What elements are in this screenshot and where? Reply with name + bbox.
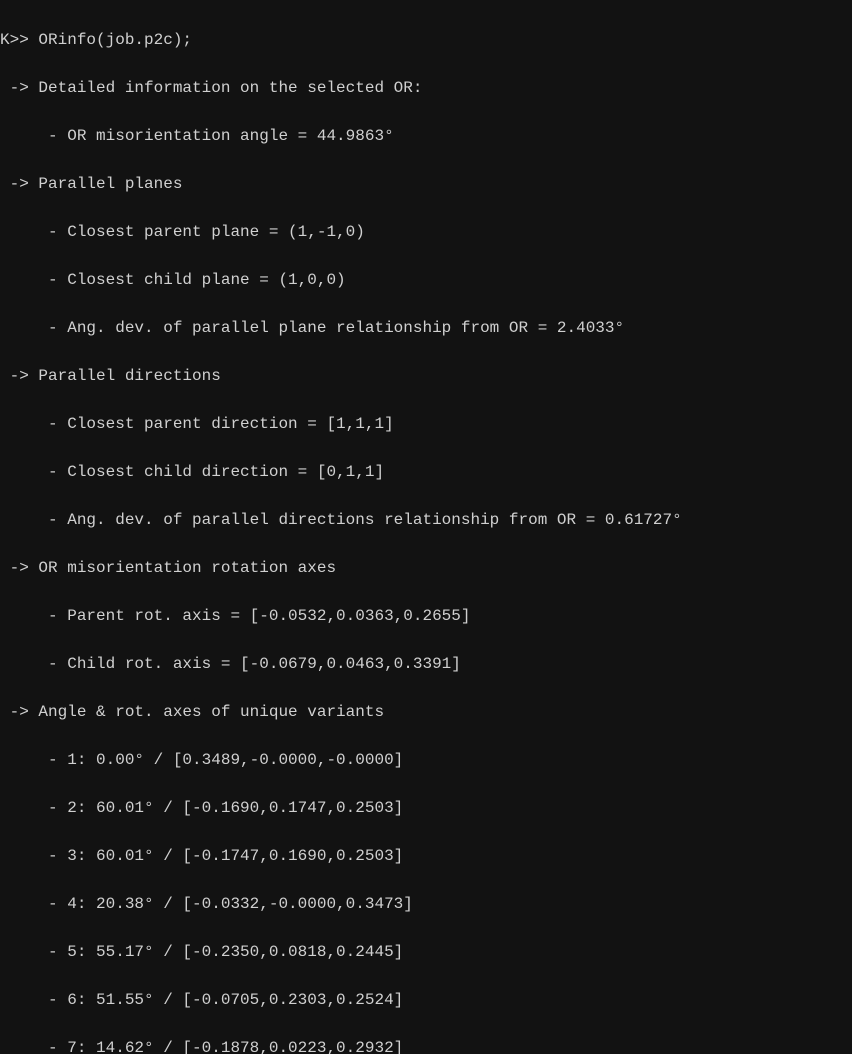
rotation-axes-header: -> OR misorientation rotation axes <box>0 556 852 580</box>
variant-line: - 4: 20.38° / [-0.0332,-0.0000,0.3473] <box>0 892 852 916</box>
terminal-output: K>> ORinfo(job.p2c); -> Detailed informa… <box>0 0 852 1054</box>
parent-rot-axis: - Parent rot. axis = [-0.0532,0.0363,0.2… <box>0 604 852 628</box>
ang-dev-directions: - Ang. dev. of parallel directions relat… <box>0 508 852 532</box>
prompt-line[interactable]: K>> ORinfo(job.p2c); <box>0 28 852 52</box>
variant-line: - 6: 51.55° / [-0.0705,0.2303,0.2524] <box>0 988 852 1012</box>
ang-dev-planes: - Ang. dev. of parallel plane relationsh… <box>0 316 852 340</box>
variant-line: - 1: 0.00° / [0.3489,-0.0000,-0.0000] <box>0 748 852 772</box>
variant-line: - 7: 14.62° / [-0.1878,0.0223,0.2932] <box>0 1036 852 1054</box>
variants-header: -> Angle & rot. axes of unique variants <box>0 700 852 724</box>
closest-child-plane: - Closest child plane = (1,0,0) <box>0 268 852 292</box>
variant-line: - 5: 55.17° / [-0.2350,0.0818,0.2445] <box>0 940 852 964</box>
child-rot-axis: - Child rot. axis = [-0.0679,0.0463,0.33… <box>0 652 852 676</box>
parallel-planes-header: -> Parallel planes <box>0 172 852 196</box>
command-text: ORinfo(job.p2c); <box>38 31 192 49</box>
parallel-directions-header: -> Parallel directions <box>0 364 852 388</box>
misorientation-angle: - OR misorientation angle = 44.9863° <box>0 124 852 148</box>
variant-line: - 3: 60.01° / [-0.1747,0.1690,0.2503] <box>0 844 852 868</box>
variant-line: - 2: 60.01° / [-0.1690,0.1747,0.2503] <box>0 796 852 820</box>
closest-parent-direction: - Closest parent direction = [1,1,1] <box>0 412 852 436</box>
prompt-prefix: K>> <box>0 31 38 49</box>
closest-parent-plane: - Closest parent plane = (1,-1,0) <box>0 220 852 244</box>
closest-child-direction: - Closest child direction = [0,1,1] <box>0 460 852 484</box>
detailed-header: -> Detailed information on the selected … <box>0 76 852 100</box>
